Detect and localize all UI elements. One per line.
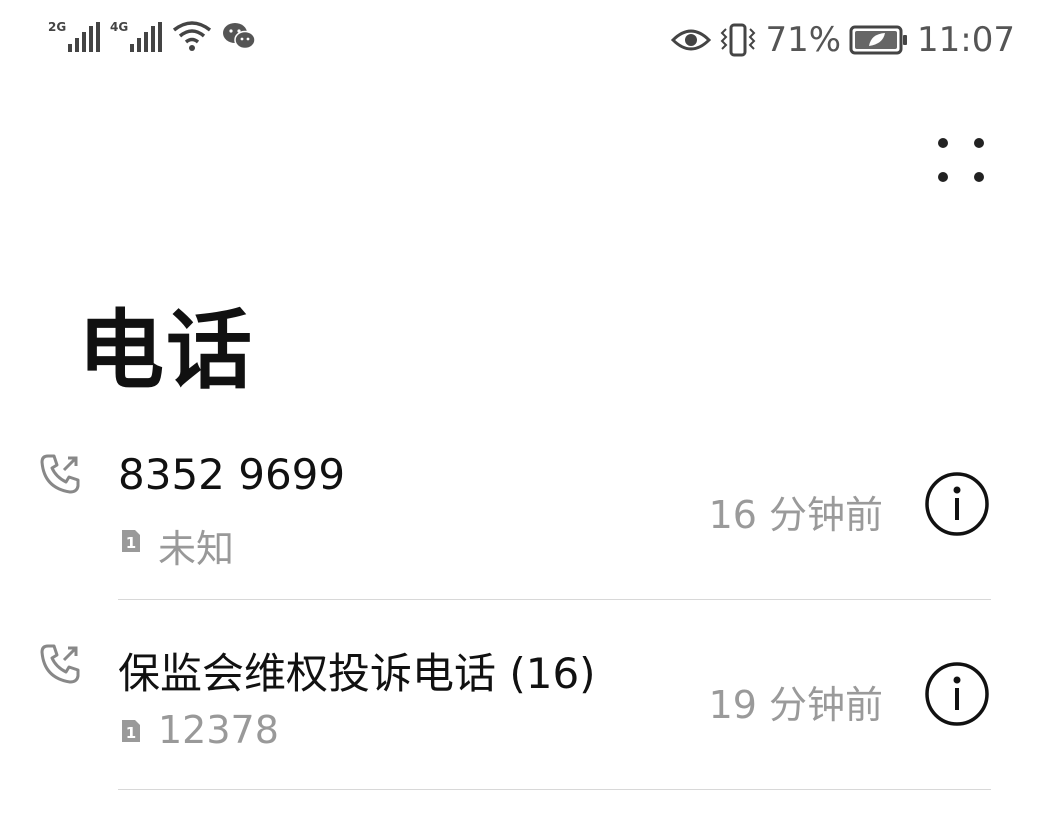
sim1-network-type: 2G bbox=[48, 20, 67, 34]
clock: 11:07 bbox=[917, 20, 1015, 60]
sim2-network-type: 4G bbox=[110, 20, 129, 34]
battery-percent: 71% bbox=[765, 20, 842, 60]
call-name: 保监会维权投诉电话 (16) bbox=[118, 649, 596, 698]
wifi-icon bbox=[172, 21, 212, 51]
eye-icon bbox=[671, 29, 712, 51]
svg-text:1: 1 bbox=[126, 724, 136, 742]
vibrate-icon bbox=[721, 23, 756, 57]
signal-icon bbox=[68, 22, 100, 52]
sim-1-icon: 1 bbox=[122, 530, 140, 552]
more-options-button[interactable] bbox=[937, 135, 985, 185]
status-bar-left: 2G 4G bbox=[48, 20, 256, 52]
status-bar: 2G 4G 71% 11:07 bbox=[0, 0, 1063, 80]
sim-1-icon: 1 bbox=[122, 720, 140, 742]
svg-text:1: 1 bbox=[126, 534, 136, 552]
page-title: 电话 bbox=[78, 301, 254, 401]
info-button[interactable] bbox=[924, 471, 990, 537]
more-dots-icon bbox=[938, 138, 984, 182]
sim2-signal: 4G bbox=[110, 20, 162, 52]
call-log-row[interactable]: 8352 9699 1 未知 16 分钟前 bbox=[0, 440, 1063, 630]
signal-icon bbox=[130, 22, 162, 52]
call-log-row[interactable]: 保监会维权投诉电话 (16) 1 12378 19 分钟前 bbox=[0, 630, 1063, 820]
call-subtitle: 12378 bbox=[158, 708, 279, 752]
call-subtitle: 未知 bbox=[158, 527, 235, 571]
divider bbox=[118, 599, 991, 600]
info-button[interactable] bbox=[924, 661, 990, 727]
status-bar-right: 71% 11:07 bbox=[671, 20, 1015, 60]
outgoing-call-icon bbox=[40, 644, 80, 684]
divider bbox=[118, 789, 991, 790]
call-name: 8352 9699 bbox=[118, 450, 346, 499]
call-time: 19 分钟前 bbox=[708, 683, 883, 727]
wechat-icon bbox=[223, 23, 256, 50]
sim1-signal: 2G bbox=[48, 20, 100, 52]
battery-icon bbox=[849, 25, 908, 55]
outgoing-call-icon bbox=[40, 454, 80, 494]
call-time: 16 分钟前 bbox=[708, 493, 883, 537]
